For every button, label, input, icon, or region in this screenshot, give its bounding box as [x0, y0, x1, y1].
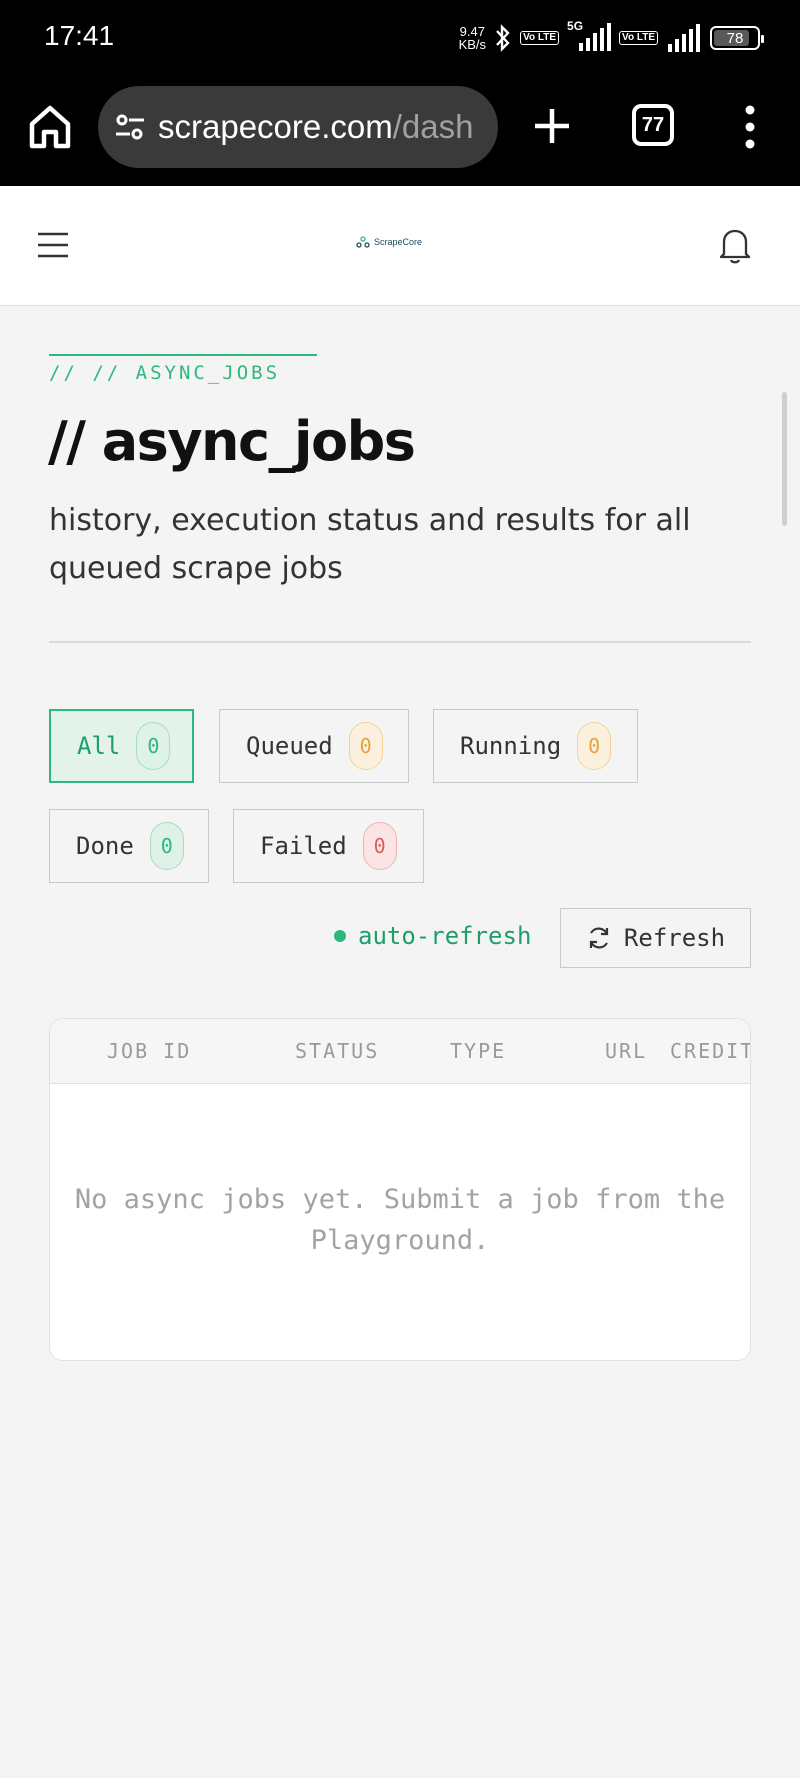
signal-5g: 5G — [567, 19, 612, 53]
url-path: /dash — [392, 108, 474, 145]
plus-icon[interactable] — [530, 100, 574, 152]
status-bar: 17:41 9.47 KB/s Vo LTE 5G Vo LTE 78 — [0, 0, 800, 78]
divider — [49, 641, 751, 643]
filter-count: 0 — [136, 722, 171, 770]
status-dot — [334, 930, 346, 942]
filter-label: Running — [460, 732, 562, 760]
app-header: ScrapeCore — [0, 186, 800, 306]
page-scrollbar[interactable] — [782, 392, 787, 526]
filter-done[interactable]: Done 0 — [49, 809, 209, 883]
empty-state-message: No async jobs yet. Submit a job from the… — [74, 1184, 726, 1256]
battery-level: 78 — [726, 29, 744, 47]
column-job-id[interactable]: JOB ID — [107, 1039, 191, 1063]
bell-icon[interactable] — [718, 226, 752, 264]
refresh-button[interactable]: Refresh — [560, 908, 751, 968]
filter-label: All — [77, 732, 121, 760]
filter-count: 0 — [577, 722, 612, 770]
filter-queued[interactable]: Queued 0 — [219, 709, 409, 783]
address-bar[interactable]: scrapecore.com/dash — [98, 86, 498, 168]
browser-toolbar: scrapecore.com/dash 77 — [0, 78, 800, 186]
battery-icon: 78 — [710, 26, 764, 50]
filter-count: 0 — [362, 822, 397, 870]
filter-label: Queued — [246, 732, 333, 760]
status-time: 17:41 — [44, 20, 115, 51]
refresh-label: Refresh — [623, 924, 726, 952]
column-type[interactable]: TYPE — [450, 1039, 506, 1063]
home-icon[interactable] — [24, 100, 76, 152]
filter-count: 0 — [149, 822, 184, 870]
bluetooth-icon — [496, 24, 510, 52]
filter-running[interactable]: Running 0 — [433, 709, 638, 783]
auto-refresh-label: auto-refresh — [358, 922, 532, 950]
page-subtitle: history, execution status and results fo… — [49, 503, 691, 586]
volte-badge-2: Vo LTE — [619, 31, 658, 45]
url-host: scrapecore.com — [158, 108, 393, 145]
status-icons: 9.47 KB/s Vo LTE 5G Vo LTE 78 — [459, 19, 764, 54]
column-status[interactable]: STATUS — [295, 1039, 379, 1063]
column-url[interactable]: URL — [605, 1039, 647, 1063]
hamburger-icon[interactable] — [36, 230, 70, 260]
page-title: // async_jobs — [48, 410, 416, 473]
site-settings-icon[interactable] — [112, 109, 148, 145]
signal-icon — [579, 23, 612, 51]
filter-count: 0 — [348, 722, 383, 770]
section-eyebrow: // // ASYNC_JOBS — [49, 354, 317, 384]
logo[interactable]: ScrapeCore — [356, 236, 422, 248]
signal-icon-2 — [668, 24, 700, 52]
column-credit[interactable]: CREDIT — [670, 1039, 750, 1063]
volte-badge-1: Vo LTE — [520, 31, 560, 45]
net-speed: 9.47 KB/s — [459, 25, 486, 51]
table-header: JOB ID STATUS TYPE URL CREDIT — [50, 1019, 750, 1084]
net-speed-unit: KB/s — [458, 37, 487, 52]
auto-refresh-indicator[interactable]: auto-refresh — [334, 922, 531, 950]
more-vert-icon[interactable] — [740, 102, 760, 152]
logo-text: ScrapeCore — [374, 237, 423, 247]
logo-mark-icon — [356, 236, 370, 248]
filter-label: Failed — [260, 832, 347, 860]
refresh-icon — [589, 927, 609, 949]
filter-label: Done — [76, 832, 134, 860]
tabs-icon[interactable]: 77 — [632, 104, 674, 146]
filter-all[interactable]: All 0 — [49, 709, 194, 783]
jobs-table: JOB ID STATUS TYPE URL CREDIT No async j… — [49, 1018, 751, 1361]
filter-failed[interactable]: Failed 0 — [233, 809, 424, 883]
url-text[interactable]: scrapecore.com/dash — [158, 108, 474, 146]
